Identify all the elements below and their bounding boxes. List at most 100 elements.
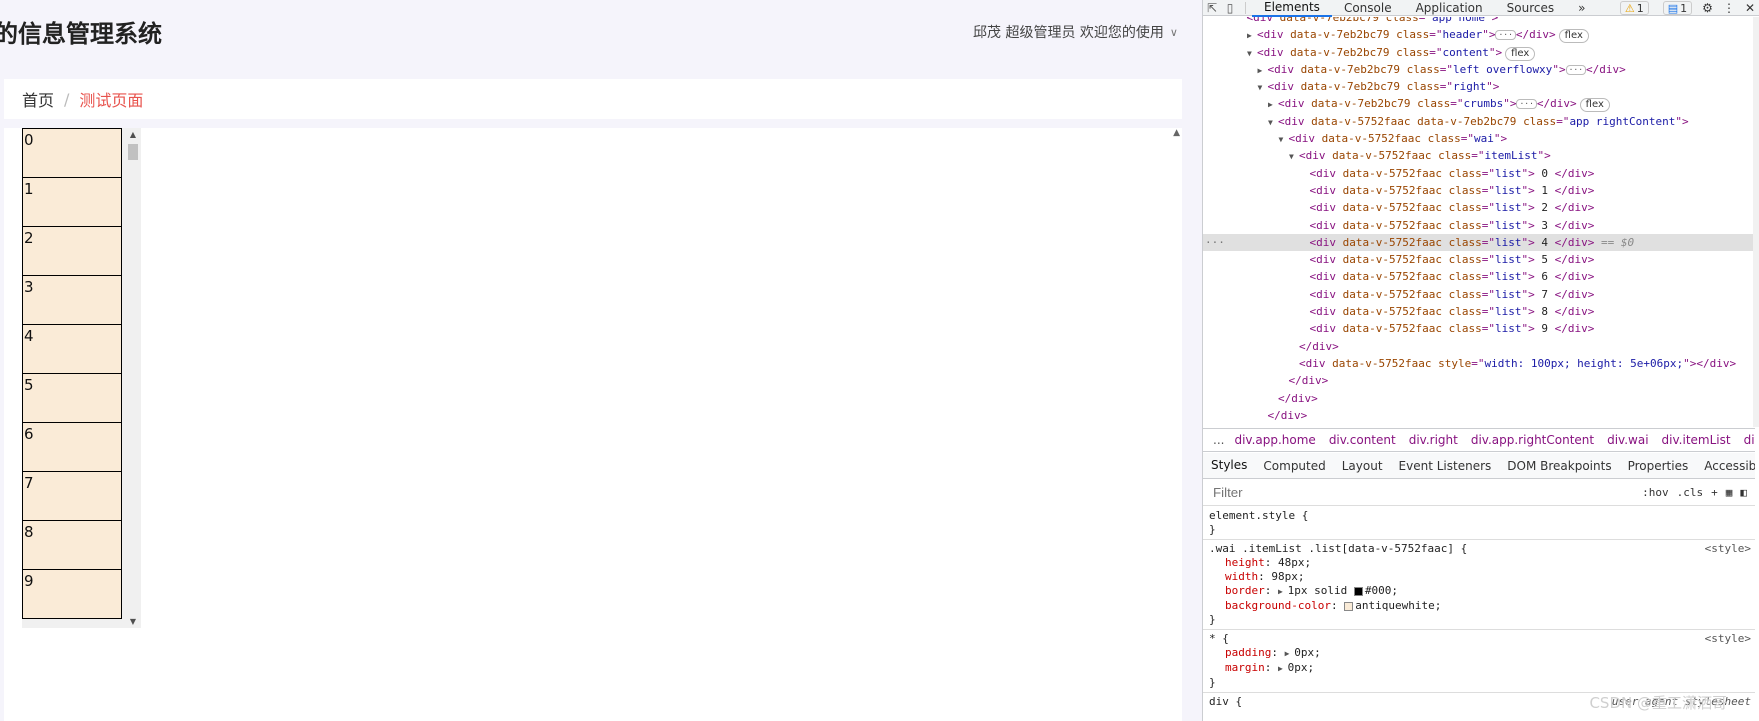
tab-console[interactable]: Console	[1332, 0, 1404, 16]
dom-node[interactable]: ··· <div data-v-5752faac class="list"> 4 …	[1203, 233, 1755, 252]
sidebar-toggle-icon[interactable]: ◧	[1740, 486, 1747, 499]
subtab-styles[interactable]: Styles	[1203, 453, 1256, 478]
dom-node[interactable]: </div>	[1203, 390, 1755, 407]
warnings-badge[interactable]: ⚠ 1	[1619, 1, 1649, 15]
class-toggle[interactable]: .cls	[1677, 486, 1704, 499]
dom-node[interactable]: </div>	[1203, 407, 1755, 424]
subtab-computed[interactable]: Computed	[1255, 453, 1333, 478]
breadcrumb-item[interactable]: div.wai	[1607, 433, 1648, 447]
tab-sources[interactable]: Sources	[1495, 0, 1566, 16]
dom-node[interactable]: <div data-v-5752faac class="list"> 0 </d…	[1203, 165, 1755, 182]
computed-style-icon[interactable]: ▦	[1726, 486, 1733, 499]
breadcrumb-item[interactable]: div.content	[1329, 433, 1396, 447]
dom-node[interactable]: <div data-v-5752faac class="list"> 1 </d…	[1203, 182, 1755, 199]
dom-node[interactable]: ▼ <div data-v-7eb2bc79 class="content"> fl…	[1203, 44, 1755, 61]
breadcrumb-item[interactable]: div.list	[1744, 433, 1755, 447]
hover-state-toggle[interactable]: :hov	[1642, 486, 1669, 499]
node-actions-icon[interactable]: ···	[1205, 234, 1225, 251]
css-declaration[interactable]: width: 98px;	[1209, 570, 1749, 584]
dom-node[interactable]: ▼ <div data-v-5752faac class="wai">	[1203, 130, 1755, 147]
subtab-layout[interactable]: Layout	[1334, 453, 1391, 478]
scroll-up-arrow-icon[interactable]: ▲	[125, 130, 141, 139]
rule-source-link[interactable]: <style>	[1705, 542, 1751, 555]
expand-shorthand-icon[interactable]: ▶	[1278, 664, 1288, 673]
expand-toggle-icon[interactable]: ▼	[1247, 45, 1257, 62]
breadcrumb-home-link[interactable]: 首页	[22, 87, 54, 111]
breadcrumb-item[interactable]: div.right	[1409, 433, 1458, 447]
scroll-down-arrow-icon[interactable]: ▼	[125, 617, 141, 626]
devtools-main-tabs: ⇱ ▯ Elements Console Application Sources…	[1203, 0, 1759, 17]
breadcrumb-item[interactable]: div.app.rightContent	[1471, 433, 1594, 447]
scrollbar-thumb[interactable]	[128, 144, 138, 160]
dom-tree-scrollbar[interactable]	[1753, 17, 1759, 427]
tab-elements[interactable]: Elements	[1252, 0, 1332, 17]
more-tabs-button[interactable]: »	[1566, 0, 1597, 16]
color-swatch[interactable]	[1353, 586, 1363, 596]
dom-node[interactable]: <div data-v-5752faac class="list"> 8 </d…	[1203, 303, 1755, 320]
inspect-element-icon[interactable]: ⇱	[1203, 1, 1221, 15]
dom-node[interactable]: ▼ <div data-v-5752faac class="itemList">	[1203, 147, 1755, 164]
user-menu[interactable]: 邱茂 超级管理员 欢迎您的使用 ∨	[973, 22, 1178, 42]
dom-node[interactable]: ▶ <div data-v-7eb2bc79 class="header"> ···…	[1203, 26, 1755, 44]
expand-shorthand-icon[interactable]: ▶	[1285, 649, 1295, 658]
panel-scroll-up-arrow[interactable]: ▲	[1173, 128, 1180, 138]
dom-node[interactable]: </div>	[1203, 372, 1755, 389]
messages-badge[interactable]: ▤ 1	[1662, 1, 1693, 15]
expand-toggle-icon[interactable]: ▼	[1279, 131, 1289, 148]
dom-node[interactable]: <div data-v-5752faac class="list"> 3 </d…	[1203, 217, 1755, 234]
dom-node[interactable]: <div data-v-5752faac class="list"> 5 </d…	[1203, 251, 1755, 268]
list-item: 9	[22, 569, 122, 619]
css-declaration[interactable]: border: ▶ 1px solid #000;	[1209, 584, 1749, 599]
expand-toggle-icon[interactable]: ▶	[1268, 96, 1278, 113]
css-declaration[interactable]: margin: ▶ 0px;	[1209, 661, 1749, 676]
list-item: 6	[22, 422, 122, 472]
breadcrumb-item[interactable]: div.app.home	[1234, 433, 1315, 447]
breadcrumb-current: 测试页面	[79, 91, 144, 110]
gear-icon[interactable]: ⚙	[1702, 1, 1713, 15]
subtab-dom-breakpoints[interactable]: DOM Breakpoints	[1499, 453, 1619, 478]
dom-node[interactable]: <div data-v-5752faac class="list"> 6 </d…	[1203, 268, 1755, 285]
device-toolbar-icon[interactable]: ▯	[1221, 1, 1239, 15]
expand-toggle-icon[interactable]: ▼	[1258, 79, 1268, 96]
css-declaration[interactable]: padding: ▶ 0px;	[1209, 646, 1749, 661]
css-declaration[interactable]: height: 48px;	[1209, 556, 1749, 570]
breadcrumb-item[interactable]: div.itemList	[1662, 433, 1731, 447]
expand-toggle-icon[interactable]: ▶	[1247, 27, 1257, 44]
rule-source-link[interactable]: <style>	[1705, 632, 1751, 645]
dom-node[interactable]: <div data-v-5752faac style="width: 100px…	[1203, 355, 1755, 372]
breadcrumb-item[interactable]: ...	[1213, 433, 1224, 447]
item-list: 0123456789	[22, 128, 122, 619]
devtools-breadcrumb: ... div.app.home div.content div.right div.a…	[1203, 428, 1755, 452]
dom-node[interactable]: ▶ <div data-v-7eb2bc79 class="crumbs"> ···…	[1203, 95, 1755, 113]
dom-node[interactable]: </div>	[1203, 338, 1755, 355]
expand-toggle-icon[interactable]: ▶	[1258, 62, 1268, 79]
flex-badge[interactable]: flex	[1579, 98, 1610, 113]
dom-node[interactable]: <div data-v-5752faac class="list"> 7 </d…	[1203, 286, 1755, 303]
dom-node[interactable]: ▼ <div data-v-5752faac data-v-7eb2bc79 cl…	[1203, 113, 1755, 130]
styles-filter-input[interactable]	[1207, 482, 1643, 503]
color-swatch[interactable]	[1344, 601, 1354, 611]
dom-node[interactable]: <div data-v-5752faac class="list"> 9 </d…	[1203, 320, 1755, 337]
expand-toggle-icon[interactable]: ▼	[1289, 148, 1299, 165]
expand-toggle-icon[interactable]: ▼	[1268, 114, 1278, 131]
tab-application[interactable]: Application	[1404, 0, 1495, 16]
flex-badge[interactable]: flex	[1505, 46, 1536, 61]
dom-node[interactable]: <div data-v-5752faac class="list"> 2 </d…	[1203, 199, 1755, 216]
collapsed-content-icon[interactable]: ···	[1516, 99, 1537, 110]
dom-node[interactable]: ▼ <div data-v-7eb2bc79 class="right">	[1203, 78, 1755, 95]
new-rule-button[interactable]: +	[1711, 486, 1718, 499]
subtab-properties[interactable]: Properties	[1620, 453, 1697, 478]
kebab-menu-icon[interactable]: ⋮	[1723, 1, 1735, 15]
flex-badge[interactable]: flex	[1558, 29, 1589, 44]
dom-node[interactable]: ▶ <div data-v-7eb2bc79 class="left overfl…	[1203, 61, 1755, 78]
dom-node[interactable]: <div data-v-7eb2bc79 class="app home">	[1203, 17, 1755, 26]
css-declaration[interactable]: background-color: antiquewhite;	[1209, 599, 1749, 613]
right-content-panel: ▲ 0123456789 ▲ ▼	[4, 128, 1182, 721]
collapsed-content-icon[interactable]: ···	[1495, 30, 1516, 41]
close-icon[interactable]: ✕	[1745, 1, 1755, 15]
expand-shorthand-icon[interactable]: ▶	[1278, 587, 1288, 596]
subtab-accessibility[interactable]: Accessibility	[1696, 453, 1755, 478]
collapsed-content-icon[interactable]: ···	[1565, 64, 1587, 75]
subtab-event-listeners[interactable]: Event Listeners	[1391, 453, 1500, 478]
list-scrollbar[interactable]: ▲ ▼	[125, 128, 141, 628]
